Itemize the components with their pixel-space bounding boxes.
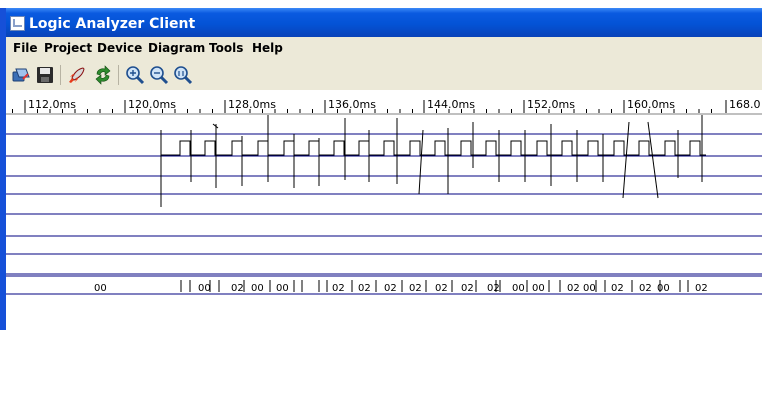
ruler-label: 152.0ms [527,98,575,111]
open-button[interactable] [10,64,32,86]
menu-tools[interactable]: Tools [209,41,243,55]
zoom-in-icon [126,66,145,85]
bus-value-label: 00 [583,283,596,294]
app-icon [10,16,25,31]
window-title: Logic Analyzer Client [29,16,196,32]
ruler-label: 168.0 [729,98,761,111]
bus-value-label: 00 [657,283,670,294]
save-icon [37,67,53,83]
menu-project[interactable]: Project [44,41,92,55]
clock-signal [161,140,706,156]
waveform-panel[interactable]: 112.0ms 120.0ms 128.0ms 136.0ms 144.0ms 152.0… [6,90,762,330]
zoom-in-button[interactable] [124,64,146,86]
toolbar [6,62,762,88]
bus-value-label: 02 [461,283,474,294]
bus-value-label: 02 [487,283,500,294]
zoom-out-icon [150,66,169,85]
menu-help[interactable]: Help [252,41,283,55]
menu-file[interactable]: File [13,41,38,55]
bus-value-label: 02 [695,283,708,294]
bus-value-label: 00 [251,283,264,294]
open-link-icon [12,68,30,82]
run-button[interactable] [66,64,88,86]
bus-value-label: 02 [358,283,371,294]
menu-bar: File Project Device Diagram Tools Help [6,38,762,60]
app-window: Logic Analyzer Client File Project Devic… [0,8,762,330]
save-button[interactable] [34,64,56,86]
ruler-label: 136.0ms [328,98,376,111]
bus-value-label: 02 [409,283,422,294]
ruler-label: 112.0ms [28,98,76,111]
bus-value-label: 00 [94,283,107,294]
edge-marker [647,121,659,199]
menu-diagram[interactable]: Diagram [148,41,205,55]
bus-value-label: 02 [435,283,448,294]
bus-value-label: 00 [532,283,545,294]
toolbar-separator [118,65,119,85]
zoom-out-button[interactable] [148,64,170,86]
ruler-label: 128.0ms [228,98,276,111]
ruler-label: 120.0ms [128,98,176,111]
bus-value-label: 02 [384,283,397,294]
bus-value-label: 02 [231,283,244,294]
toolbar-separator [60,65,61,85]
bus-value-label: 00 [512,283,525,294]
edge-marker [418,129,424,195]
bus-value-label: 02 [611,283,624,294]
bus-value-label: 02 [332,283,345,294]
refresh-icon [95,65,111,85]
rocket-run-icon [69,67,85,83]
ruler-label: 144.0ms [427,98,475,111]
bus-value-label: 00 [276,283,289,294]
edge-marker [622,121,630,199]
ruler-label: 160.0ms [627,98,675,111]
window-left-border [0,8,6,330]
bus-value-label: 00 [198,283,211,294]
zoom-reset-button[interactable] [172,64,194,86]
bus-value-label: 02 [639,283,652,294]
menu-device[interactable]: Device [97,41,142,55]
bus-value-label: 02 [567,283,580,294]
waveform-diagram[interactable]: 112.0ms 120.0ms 128.0ms 136.0ms 144.0ms 152.0… [6,90,762,330]
refresh-button[interactable] [92,64,114,86]
title-bar[interactable]: Logic Analyzer Client [0,8,762,37]
zoom-reset-icon [174,66,193,85]
